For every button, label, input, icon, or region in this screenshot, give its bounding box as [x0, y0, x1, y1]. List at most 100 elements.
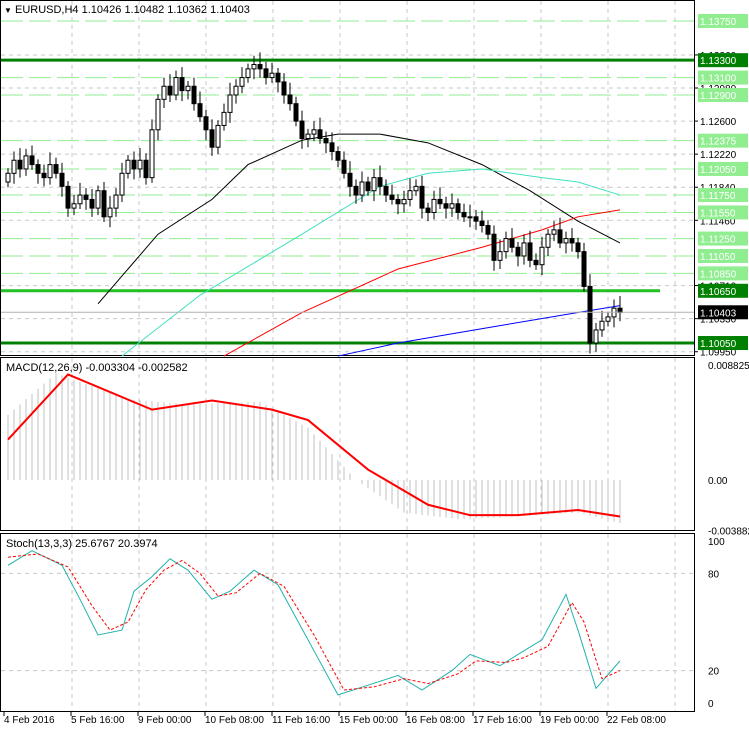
candle-body — [179, 77, 185, 92]
stoch-tick-label: 80 — [708, 569, 720, 580]
candle-body — [149, 129, 155, 179]
macd-tick-label: -0.003882 — [708, 527, 749, 538]
candle-body — [299, 120, 305, 139]
candle-body — [515, 246, 521, 257]
candle-body — [317, 129, 323, 139]
candle-body — [161, 85, 167, 100]
candle-body — [23, 155, 29, 170]
candle-body — [425, 207, 431, 213]
level-price-label: 1.12050 — [700, 165, 737, 176]
candle-body — [95, 190, 101, 209]
candle-body — [599, 320, 605, 331]
candle-body — [209, 129, 215, 148]
macd-tick-label: 0.00 — [708, 476, 728, 487]
candle-body — [509, 238, 515, 248]
price-tick-label: 1.12600 — [700, 117, 737, 128]
candle-body — [335, 151, 341, 161]
candle-body — [131, 159, 137, 170]
candle-body — [197, 103, 203, 118]
time-tick-label: 9 Feb 00:00 — [138, 715, 192, 726]
candle-body — [173, 77, 179, 96]
candle-body — [557, 229, 563, 244]
candle-body — [221, 111, 227, 126]
candle-body — [473, 216, 479, 222]
candle-body — [467, 216, 473, 219]
candle-body — [113, 194, 119, 209]
candle-body — [203, 116, 209, 131]
level-price-label: 1.13750 — [700, 17, 737, 28]
macd-label: MACD(12,26,9) -0.003304 -0.002582 — [6, 362, 188, 374]
current-price-label: 1.10403 — [700, 308, 737, 319]
candle-body — [29, 155, 35, 166]
candle-body — [371, 177, 377, 192]
level-price-label: 1.12375 — [700, 137, 737, 148]
candle-body — [185, 85, 191, 92]
level-price-label: 1.13300 — [700, 56, 737, 67]
candle-body — [485, 225, 491, 235]
candle-body — [275, 72, 281, 83]
candle-body — [269, 72, 275, 79]
candle-body — [47, 164, 53, 179]
stoch-label: Stoch(13,3,3) 25.6767 20.3974 — [6, 538, 158, 550]
candle-body — [449, 203, 455, 209]
candle-body — [377, 177, 383, 187]
candle-body — [155, 98, 161, 131]
time-tick-label: 11 Feb 16:00 — [272, 715, 331, 726]
candle-body — [389, 194, 395, 200]
candle-body — [551, 229, 557, 235]
candle-body — [605, 316, 611, 322]
candle-body — [83, 194, 89, 200]
candle-body — [245, 68, 251, 79]
candle-body — [455, 203, 461, 213]
candle-body — [41, 172, 47, 179]
candle-body — [257, 64, 263, 70]
candle-body — [329, 142, 335, 153]
time-tick-label: 22 Feb 08:00 — [607, 715, 666, 726]
time-tick-label: 10 Feb 08:00 — [205, 715, 264, 726]
candle-body — [497, 251, 503, 261]
candle-body — [311, 129, 317, 135]
level-price-label: 1.10850 — [700, 269, 737, 280]
candle-body — [419, 185, 425, 209]
time-tick-label: 17 Feb 16:00 — [473, 715, 532, 726]
collapse-triangle-icon[interactable]: ▼ — [4, 6, 12, 15]
candle-body — [401, 198, 407, 205]
candle-body — [35, 164, 41, 174]
candle-body — [521, 242, 527, 257]
candle-body — [59, 172, 65, 187]
stoch-pane-frame — [0, 533, 695, 712]
candle-body — [443, 203, 449, 209]
candle-body — [539, 246, 545, 266]
candle-body — [251, 64, 257, 70]
candle-body — [167, 85, 173, 96]
candle-body — [107, 207, 113, 218]
candle-body — [263, 68, 269, 79]
candle-body — [233, 85, 239, 96]
candle-body — [65, 185, 71, 209]
candle-body — [137, 159, 143, 170]
candle-body — [353, 185, 359, 196]
stoch-tick-label: 0 — [708, 699, 714, 710]
candle-body — [395, 198, 401, 205]
stoch-tick-label: 100 — [708, 537, 725, 548]
candle-body — [17, 159, 23, 170]
level-price-label: 1.10650 — [700, 287, 737, 298]
time-tick-label: 15 Feb 00:00 — [339, 715, 398, 726]
level-price-label: 1.11050 — [700, 252, 736, 263]
moving-average-line — [97, 133, 621, 305]
price-tick-label: 1.12220 — [700, 150, 737, 161]
candle-body — [215, 124, 221, 148]
level-price-label: 1.12900 — [700, 91, 737, 102]
symbol-label: EURUSD,H4 — [14, 4, 79, 16]
candle-body — [587, 285, 593, 344]
candle-body — [563, 238, 569, 244]
candle-body — [119, 172, 125, 196]
chart-header: ▼ EURUSD,H4 1.10426 1.10482 1.10362 1.10… — [4, 4, 250, 16]
candle-body — [533, 259, 539, 266]
candle-body — [281, 81, 287, 96]
ohlc-label: 1.10426 1.10482 1.10362 1.10403 — [81, 4, 250, 16]
candle-body — [365, 181, 371, 192]
level-price-label: 1.11750 — [700, 191, 736, 202]
candle-body — [143, 159, 149, 179]
candle-body — [101, 190, 107, 218]
